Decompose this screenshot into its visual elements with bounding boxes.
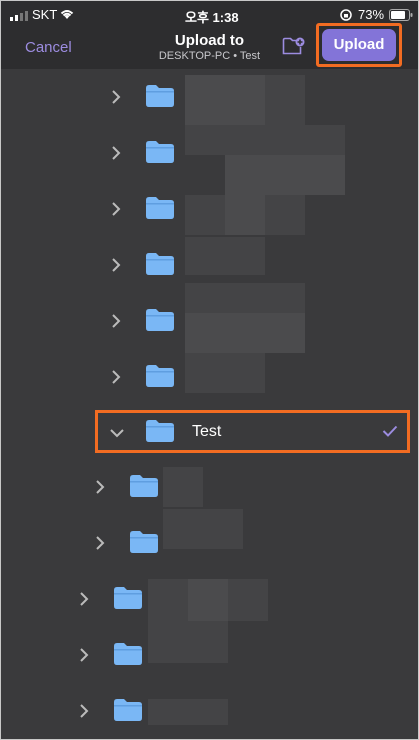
- list-item[interactable]: [1, 509, 418, 571]
- list-item[interactable]: [1, 459, 418, 515]
- list-item[interactable]: [1, 621, 418, 683]
- chevron-right-icon[interactable]: [111, 201, 121, 217]
- list-item[interactable]: [1, 181, 418, 237]
- folder-icon: [114, 587, 142, 609]
- folder-icon: [114, 699, 142, 721]
- chevron-right-icon[interactable]: [111, 369, 121, 385]
- chevron-right-icon[interactable]: [79, 703, 89, 719]
- chevron-right-icon[interactable]: [79, 647, 89, 663]
- screen: SKT 오후 1:38 73% Cancel Upload to DESKTOP…: [0, 0, 419, 740]
- chevron-right-icon[interactable]: [95, 535, 105, 551]
- chevron-right-icon[interactable]: [111, 313, 121, 329]
- list-item[interactable]: [1, 571, 418, 627]
- redacted-name: [163, 509, 243, 549]
- list-item[interactable]: [1, 69, 418, 125]
- redacted-name: [163, 467, 203, 507]
- redacted-name: [148, 699, 228, 725]
- battery-icon: [389, 9, 413, 21]
- folder-icon: [146, 309, 174, 331]
- battery-label: 73%: [358, 7, 385, 22]
- redacted-name: [185, 237, 265, 275]
- time-label: 오후 1:38: [185, 10, 239, 25]
- folder-icon: [146, 365, 174, 387]
- carrier-label: SKT: [32, 7, 58, 22]
- chevron-right-icon[interactable]: [111, 257, 121, 273]
- chevron-right-icon[interactable]: [95, 479, 105, 495]
- selection-highlight-box: [95, 410, 410, 453]
- folder-icon: [146, 141, 174, 163]
- redacted-name: [188, 579, 228, 621]
- chevron-right-icon[interactable]: [79, 591, 89, 607]
- orientation-lock-icon: [340, 9, 352, 21]
- redacted-name: [185, 313, 305, 353]
- folder-icon: [130, 475, 158, 497]
- new-folder-icon[interactable]: [282, 36, 306, 56]
- signal-icon: [10, 11, 28, 21]
- redacted-name: [148, 621, 228, 663]
- folder-icon: [130, 531, 158, 553]
- chevron-right-icon[interactable]: [111, 89, 121, 105]
- folder-icon: [114, 643, 142, 665]
- list-item[interactable]: [1, 125, 418, 195]
- list-item[interactable]: [1, 283, 418, 353]
- folder-icon: [146, 197, 174, 219]
- folder-icon: [146, 253, 174, 275]
- list-item[interactable]: [1, 349, 418, 405]
- redacted-name: [225, 195, 265, 235]
- redacted-name: [185, 283, 305, 313]
- chevron-right-icon[interactable]: [111, 145, 121, 161]
- wifi-icon: [60, 10, 74, 19]
- redacted-name: [185, 75, 265, 125]
- redacted-name: [185, 125, 345, 155]
- upload-button[interactable]: Upload: [322, 29, 396, 61]
- redacted-name: [185, 353, 265, 393]
- list-item[interactable]: [1, 683, 418, 739]
- folder-icon: [146, 85, 174, 107]
